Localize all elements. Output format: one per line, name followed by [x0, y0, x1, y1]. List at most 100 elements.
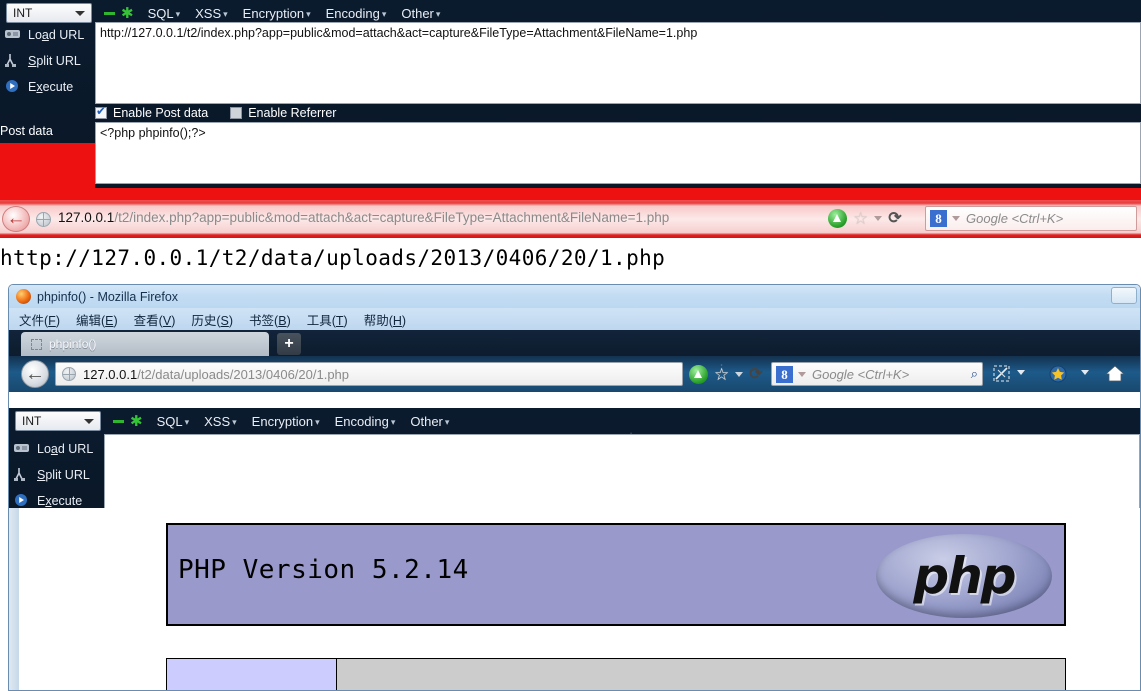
minus-icon[interactable]: [113, 419, 124, 423]
chevron-down-icon[interactable]: [1081, 370, 1089, 375]
chevron-down-icon: ▾: [390, 416, 396, 427]
top-search-box[interactable]: 8 Google <Ctrl+K>: [925, 206, 1137, 231]
bottom-url-value: [105, 435, 1139, 441]
search-icon[interactable]: ⌕: [971, 366, 978, 382]
menubar: 文件(F) 编辑(E) 查看(V) 历史(S) 书签(B) 工具(T) 帮助(H…: [9, 308, 1140, 330]
minus-icon[interactable]: [104, 11, 115, 15]
addon-star-icon[interactable]: [1049, 365, 1067, 388]
reload-icon[interactable]: ⟳: [749, 366, 762, 383]
split-url-label: Split URL: [37, 468, 90, 482]
php-version-text: PHP Version 5.2.14: [178, 555, 469, 585]
enable-post-data-checkbox[interactable]: [95, 104, 107, 119]
reload-icon[interactable]: ⟳: [888, 210, 901, 227]
menu-file[interactable]: 文件(F): [19, 310, 60, 329]
noscript-icon[interactable]: [993, 365, 1010, 387]
home-icon[interactable]: [1104, 364, 1126, 387]
uploaded-file-url: http://127.0.0.1/t2/data/uploads/2013/04…: [0, 246, 666, 270]
load-url-button[interactable]: Load URL: [9, 436, 104, 462]
menu-file-key: F: [48, 313, 56, 328]
menu-sql-label: SQL: [156, 413, 183, 429]
back-button[interactable]: ←: [2, 206, 30, 232]
menu-other[interactable]: Other ▾: [401, 6, 440, 21]
int-type-value: INT: [22, 414, 42, 428]
address-bar[interactable]: 127.0.0.1/t2/index.php?app=public&mod=at…: [58, 210, 669, 225]
menu-encryption[interactable]: Encryption ▾: [252, 414, 320, 429]
phpinfo-table-row: [166, 658, 1066, 690]
menu-xss-label: XSS: [204, 413, 231, 429]
split-url-button[interactable]: Split URL: [9, 462, 104, 488]
bookmark-star-icon[interactable]: ☆: [714, 366, 729, 383]
tab-phpinfo[interactable]: phpinfo(): [21, 332, 269, 356]
window-restore-button[interactable]: [1111, 287, 1137, 304]
top-red-strip: [0, 188, 1141, 200]
post-data-textarea[interactable]: <?php phpinfo();?>: [95, 122, 1141, 184]
chevron-down-icon[interactable]: [1017, 370, 1025, 375]
phpinfo-table-cell-value: [337, 659, 1065, 690]
menu-encoding[interactable]: Encoding ▾: [326, 6, 387, 21]
menu-tools-pre: 工具(: [306, 313, 336, 328]
enable-referrer-checkbox[interactable]: [230, 107, 243, 119]
menu-sql[interactable]: SQL ▾: [148, 6, 181, 21]
menu-help[interactable]: 帮助(H): [364, 310, 406, 329]
asterisk-icon[interactable]: ✱: [130, 414, 143, 429]
screen: INT ✱ SQL ▾ XSS ▾ Encryption ▾ Encoding ▾ Ot…: [0, 0, 1141, 691]
menu-edit[interactable]: 编辑(E): [76, 310, 118, 329]
top-hackbar-window: INT ✱ SQL ▾ XSS ▾ Encryption ▾ Encoding ▾ Ot…: [0, 0, 1141, 200]
split-url-icon: [13, 467, 33, 483]
address-path: /t2/data/uploads/2013/0406/20/1.php: [137, 366, 350, 382]
menu-sql[interactable]: SQL ▾: [157, 414, 190, 429]
chevron-down-icon[interactable]: [798, 371, 806, 377]
int-type-select[interactable]: INT: [6, 3, 92, 23]
menu-encoding-label: Encoding: [334, 413, 389, 429]
menu-history-key: S: [220, 313, 229, 328]
address-bar-text: 127.0.0.1/t2/data/uploads/2013/0406/20/1…: [83, 367, 349, 382]
bottom-hackbar-toolbar: INT ✱ SQL ▾ XSS ▾ Encryption ▾ Encoding ▾ Ot…: [9, 408, 1140, 434]
menu-tools[interactable]: 工具(T): [307, 310, 348, 329]
tabstrip: phpinfo() +: [9, 330, 1140, 356]
php-logo-text: php: [913, 547, 1016, 605]
search-placeholder: Google <Ctrl+K>: [812, 366, 910, 382]
int-type-select[interactable]: INT: [15, 411, 101, 431]
load-url-button[interactable]: Load URL: [0, 22, 95, 48]
chevron-down-icon[interactable]: [874, 216, 883, 221]
firefox-window: phpinfo() - Mozilla Firefox 文件(F) 编辑(E) …: [8, 284, 1141, 691]
execute-button[interactable]: Execute: [0, 74, 95, 100]
asterisk-icon[interactable]: ✱: [121, 6, 134, 21]
menu-other[interactable]: Other ▾: [410, 414, 449, 429]
execute-label: Execute: [37, 494, 83, 508]
top-url-value: http://127.0.0.1/t2/index.php?app=public…: [100, 26, 698, 40]
load-url-icon: [4, 27, 24, 43]
google-logo-icon: 8: [776, 365, 793, 383]
back-button[interactable]: ←: [21, 360, 49, 388]
address-bar[interactable]: 127.0.0.1/t2/data/uploads/2013/0406/20/1…: [55, 362, 683, 386]
firefox-logo-icon: [16, 289, 31, 304]
bookmark-star-icon[interactable]: ☆: [853, 210, 868, 227]
chevron-down-icon: ▾: [232, 416, 237, 427]
menu-encryption[interactable]: Encryption ▾: [243, 6, 311, 21]
chevron-down-icon[interactable]: [952, 216, 960, 221]
menu-history-pre: 历史(: [191, 313, 221, 328]
new-tab-button[interactable]: +: [277, 333, 301, 355]
menu-xss[interactable]: XSS ▾: [204, 414, 237, 429]
menu-encoding[interactable]: Encoding ▾: [335, 414, 396, 429]
enable-referrer-label: Enable Referrer: [248, 106, 337, 120]
menu-help-post: ): [401, 313, 407, 328]
menu-view[interactable]: 查看(V): [134, 310, 176, 329]
menu-encryption-label: Encryption: [242, 5, 305, 21]
post-data-label: Post data: [0, 124, 53, 138]
chevron-down-icon[interactable]: [735, 372, 744, 377]
menu-history[interactable]: 历史(S): [191, 310, 233, 329]
menu-file-pre: 文件(: [19, 313, 49, 328]
address-path: /t2/index.php?app=public&mod=attach&act=…: [114, 210, 670, 225]
download-icon[interactable]: [828, 209, 847, 228]
search-box[interactable]: 8 Google <Ctrl+K> ⌕: [771, 362, 983, 386]
top-url-textarea[interactable]: http://127.0.0.1/t2/index.php?app=public…: [95, 22, 1141, 104]
menu-edit-key: E: [105, 313, 114, 328]
menu-bookmarks[interactable]: 书签(B): [249, 310, 291, 329]
download-icon[interactable]: [689, 365, 708, 384]
bottom-url-textarea[interactable]: [104, 434, 1140, 512]
chevron-down-icon: ▾: [315, 416, 320, 427]
menu-xss[interactable]: XSS ▾: [195, 6, 228, 21]
split-url-button[interactable]: Split URL: [0, 48, 95, 74]
menu-bookmarks-key: B: [278, 313, 287, 328]
